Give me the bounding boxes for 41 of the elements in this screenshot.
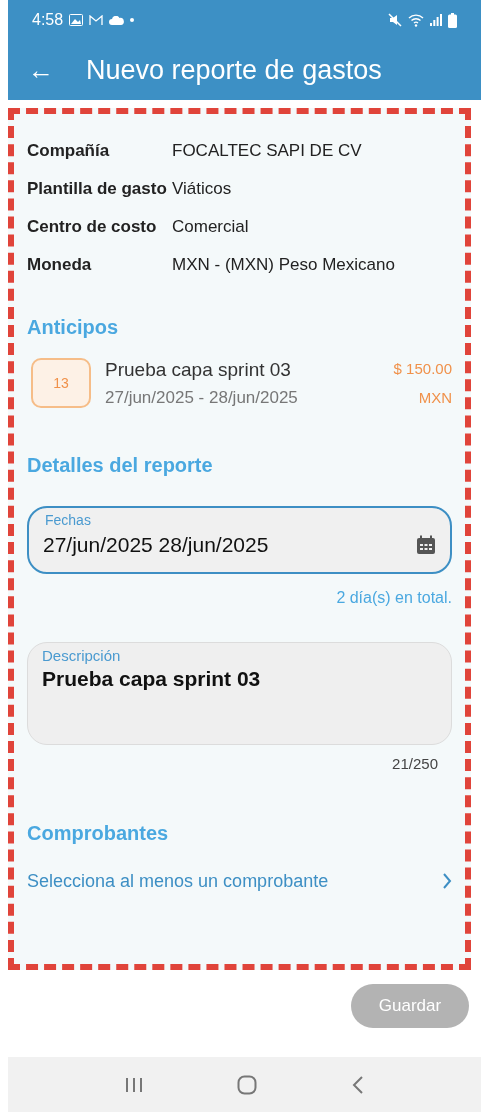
advance-amount: $ 150.00: [393, 359, 452, 379]
description-field[interactable]: Descripción Prueba capa sprint 03: [27, 642, 452, 745]
detail-label: Plantilla de gasto: [27, 178, 168, 200]
section-heading: Detalles del reporte: [27, 453, 214, 478]
calendar-icon[interactable]: [416, 535, 436, 555]
chevron-right-icon: [442, 873, 452, 889]
recent-apps-icon[interactable]: [125, 1076, 144, 1093]
advance-currency: MXN: [418, 387, 452, 408]
advance-dates: 27/jun/2025 - 28/jun/2025: [105, 386, 299, 409]
advance-title: Prueba capa sprint 03: [105, 358, 292, 382]
dot-icon: [130, 18, 135, 22]
field-value: Prueba capa sprint 03: [42, 667, 261, 690]
section-heading: Anticipos: [27, 315, 120, 340]
advance-badge: 13: [31, 358, 91, 408]
signal-icon: [430, 14, 442, 26]
detail-value: MXN - (MXN) Peso Mexicano: [172, 254, 395, 276]
character-counter: 21/250: [392, 754, 438, 774]
field-value: 27/jun/2025 28/jun/2025: [43, 532, 269, 559]
section-heading: Comprobantes: [27, 820, 170, 846]
detail-label: Moneda: [27, 254, 93, 276]
days-total-text: 2 día(s) en total.: [336, 588, 452, 608]
back-button[interactable]: ←: [28, 57, 54, 83]
back-icon[interactable]: [351, 1075, 364, 1094]
home-icon[interactable]: [237, 1074, 258, 1095]
screen-title: Nuevo reporte de gastos: [86, 53, 382, 87]
detail-value: Comercial: [172, 216, 249, 238]
detail-value: FOCALTEC SAPI DE CV: [172, 140, 362, 162]
detail-label: Centro de costo: [27, 216, 158, 238]
cloud-icon: [109, 15, 125, 25]
field-label: Descripción: [41, 646, 122, 666]
mute-icon: [388, 13, 402, 27]
field-label: Fechas: [44, 511, 92, 530]
image-icon: [69, 14, 84, 26]
select-receipt-link[interactable]: Selecciona al menos un comprobante: [27, 867, 452, 895]
dates-field[interactable]: Fechas 27/jun/2025 28/jun/2025: [27, 506, 452, 574]
detail-label: Compañía: [27, 140, 111, 162]
battery-icon: [448, 12, 457, 28]
mail-icon: [89, 14, 104, 26]
detail-value: Viáticos: [172, 178, 232, 200]
wifi-icon: [408, 13, 424, 27]
status-time: 4:58: [32, 10, 64, 30]
